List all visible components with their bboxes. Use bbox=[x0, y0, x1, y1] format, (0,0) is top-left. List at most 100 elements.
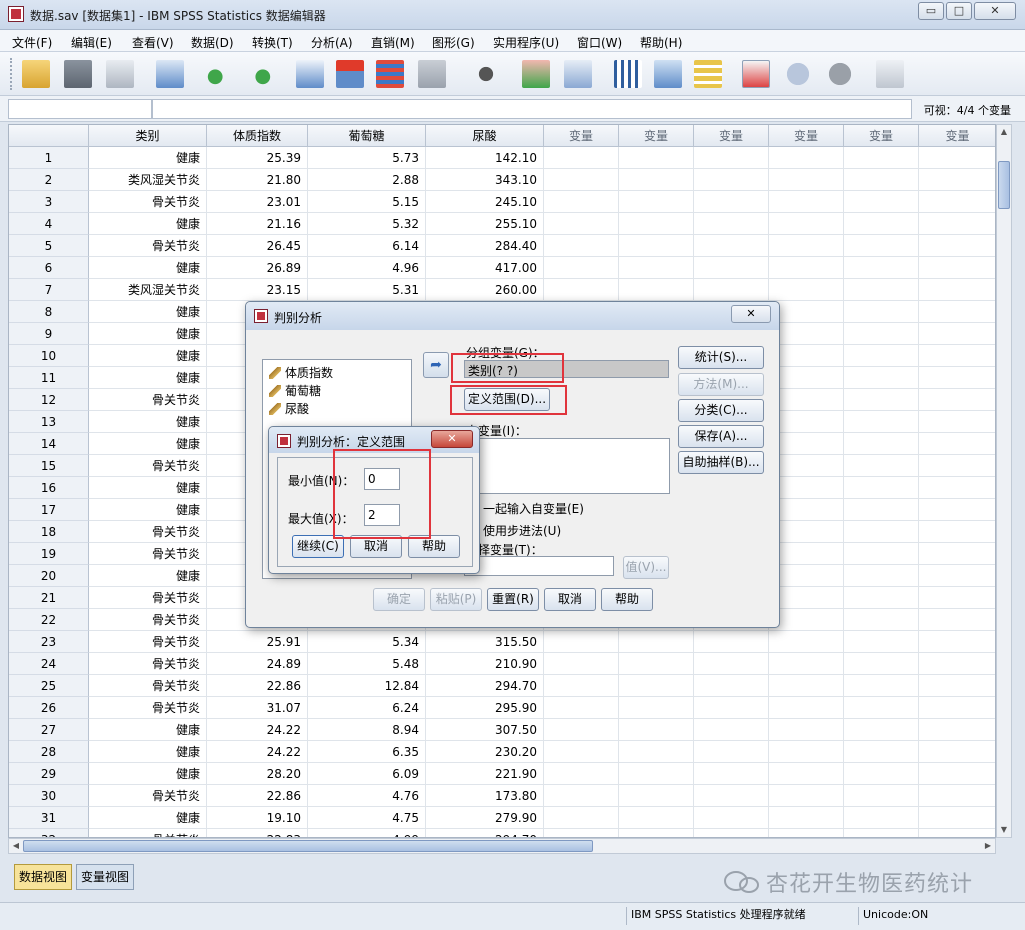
table-cell[interactable] bbox=[694, 829, 769, 837]
table-cell[interactable]: 417.00 bbox=[426, 257, 544, 279]
table-cell[interactable] bbox=[844, 345, 919, 367]
minimize-button[interactable]: ▭ bbox=[918, 2, 944, 20]
table-cell[interactable]: 26.89 bbox=[207, 257, 308, 279]
open-folder-icon[interactable] bbox=[22, 60, 50, 88]
table-cell[interactable]: 6.09 bbox=[308, 763, 426, 785]
table-cell[interactable] bbox=[694, 235, 769, 257]
cancel-button[interactable]: 取消 bbox=[544, 588, 596, 611]
table-cell[interactable]: 健康 bbox=[89, 411, 207, 433]
table-cell[interactable]: 骨关节炎 bbox=[89, 543, 207, 565]
table-cell[interactable]: 健康 bbox=[89, 257, 207, 279]
column-header[interactable]: 尿酸 bbox=[426, 125, 544, 147]
table-cell[interactable] bbox=[919, 147, 995, 169]
table-cell[interactable]: 25.91 bbox=[207, 631, 308, 653]
row-number[interactable]: 30 bbox=[9, 785, 89, 807]
menu-graphs[interactable]: 图形(G) bbox=[432, 34, 475, 51]
row-number[interactable]: 14 bbox=[9, 433, 89, 455]
table-cell[interactable] bbox=[919, 763, 995, 785]
table-cell[interactable]: 骨关节炎 bbox=[89, 521, 207, 543]
table-cell[interactable] bbox=[544, 279, 619, 301]
define-range-close-button[interactable]: ✕ bbox=[431, 430, 473, 448]
table-cell[interactable] bbox=[769, 191, 844, 213]
table-cell[interactable] bbox=[544, 675, 619, 697]
table-cell[interactable] bbox=[769, 389, 844, 411]
table-cell[interactable] bbox=[919, 829, 995, 837]
table-cell[interactable] bbox=[919, 411, 995, 433]
empty-variable-header[interactable]: 变量 bbox=[919, 125, 995, 147]
table-cell[interactable]: 25.39 bbox=[207, 147, 308, 169]
table-cell[interactable] bbox=[619, 653, 694, 675]
table-cell[interactable] bbox=[844, 257, 919, 279]
table-cell[interactable] bbox=[919, 257, 995, 279]
table-cell[interactable] bbox=[619, 807, 694, 829]
table-cell[interactable] bbox=[769, 631, 844, 653]
table-cell[interactable]: 22.83 bbox=[207, 829, 308, 837]
ok-button[interactable]: 确定 bbox=[373, 588, 425, 611]
table-cell[interactable] bbox=[769, 653, 844, 675]
table-cell[interactable] bbox=[844, 213, 919, 235]
row-number[interactable]: 22 bbox=[9, 609, 89, 631]
row-number[interactable]: 24 bbox=[9, 653, 89, 675]
undo-icon[interactable] bbox=[204, 60, 232, 88]
redo-icon[interactable] bbox=[246, 60, 274, 88]
row-number[interactable]: 18 bbox=[9, 521, 89, 543]
table-cell[interactable]: 4.96 bbox=[308, 257, 426, 279]
table-cell[interactable] bbox=[919, 807, 995, 829]
row-number[interactable]: 11 bbox=[9, 367, 89, 389]
table-cell[interactable] bbox=[844, 147, 919, 169]
table-cell[interactable] bbox=[844, 279, 919, 301]
scroll-right-icon[interactable]: ▶ bbox=[981, 839, 995, 853]
table-cell[interactable]: 健康 bbox=[89, 367, 207, 389]
table-cell[interactable] bbox=[919, 587, 995, 609]
row-number[interactable]: 19 bbox=[9, 543, 89, 565]
table-cell[interactable] bbox=[619, 235, 694, 257]
save-icon[interactable] bbox=[64, 60, 92, 88]
table-cell[interactable] bbox=[769, 719, 844, 741]
table-cell[interactable]: 健康 bbox=[89, 213, 207, 235]
table-cell[interactable]: 4.99 bbox=[308, 829, 426, 837]
menu-utilities[interactable]: 实用程序(U) bbox=[493, 34, 559, 51]
table-cell[interactable] bbox=[919, 389, 995, 411]
row-number[interactable]: 29 bbox=[9, 763, 89, 785]
row-number[interactable]: 20 bbox=[9, 565, 89, 587]
table-cell[interactable] bbox=[769, 477, 844, 499]
table-cell[interactable] bbox=[769, 785, 844, 807]
menu-window[interactable]: 窗口(W) bbox=[577, 34, 622, 51]
table-cell[interactable] bbox=[769, 455, 844, 477]
cell-name-box[interactable] bbox=[8, 99, 152, 119]
table-cell[interactable] bbox=[919, 191, 995, 213]
menu-direct-marketing[interactable]: 直销(M) bbox=[371, 34, 415, 51]
table-cell[interactable]: 6.14 bbox=[308, 235, 426, 257]
table-cell[interactable] bbox=[544, 741, 619, 763]
table-cell[interactable]: 315.50 bbox=[426, 631, 544, 653]
table-cell[interactable] bbox=[919, 213, 995, 235]
table-cell[interactable] bbox=[544, 829, 619, 837]
table-cell[interactable]: 健康 bbox=[89, 345, 207, 367]
table-cell[interactable]: 骨关节炎 bbox=[89, 785, 207, 807]
empty-variable-header[interactable]: 变量 bbox=[619, 125, 694, 147]
statistics-button[interactable]: 统计(S)... bbox=[678, 346, 764, 369]
table-cell[interactable]: 骨关节炎 bbox=[89, 697, 207, 719]
row-number[interactable]: 10 bbox=[9, 345, 89, 367]
menu-file[interactable]: 文件(F) bbox=[12, 34, 52, 51]
horizontal-scroll-thumb[interactable] bbox=[23, 840, 593, 852]
move-grouping-arrow-button[interactable]: ➦ bbox=[423, 352, 449, 378]
table-cell[interactable] bbox=[844, 675, 919, 697]
insert-cases-icon[interactable] bbox=[522, 60, 550, 88]
table-cell[interactable] bbox=[844, 411, 919, 433]
table-cell[interactable] bbox=[544, 235, 619, 257]
table-cell[interactable]: 骨关节炎 bbox=[89, 191, 207, 213]
close-button[interactable]: ✕ bbox=[974, 2, 1016, 20]
column-header[interactable]: 类别 bbox=[89, 125, 207, 147]
table-cell[interactable]: 279.90 bbox=[426, 807, 544, 829]
row-number[interactable]: 25 bbox=[9, 675, 89, 697]
run-descriptives-icon[interactable] bbox=[418, 60, 446, 88]
row-number[interactable]: 9 bbox=[9, 323, 89, 345]
table-cell[interactable] bbox=[919, 499, 995, 521]
row-number[interactable]: 4 bbox=[9, 213, 89, 235]
vertical-scroll-thumb[interactable] bbox=[998, 161, 1010, 209]
table-cell[interactable] bbox=[919, 301, 995, 323]
table-cell[interactable]: 28.20 bbox=[207, 763, 308, 785]
maximize-button[interactable]: □ bbox=[946, 2, 972, 20]
table-cell[interactable]: 健康 bbox=[89, 741, 207, 763]
